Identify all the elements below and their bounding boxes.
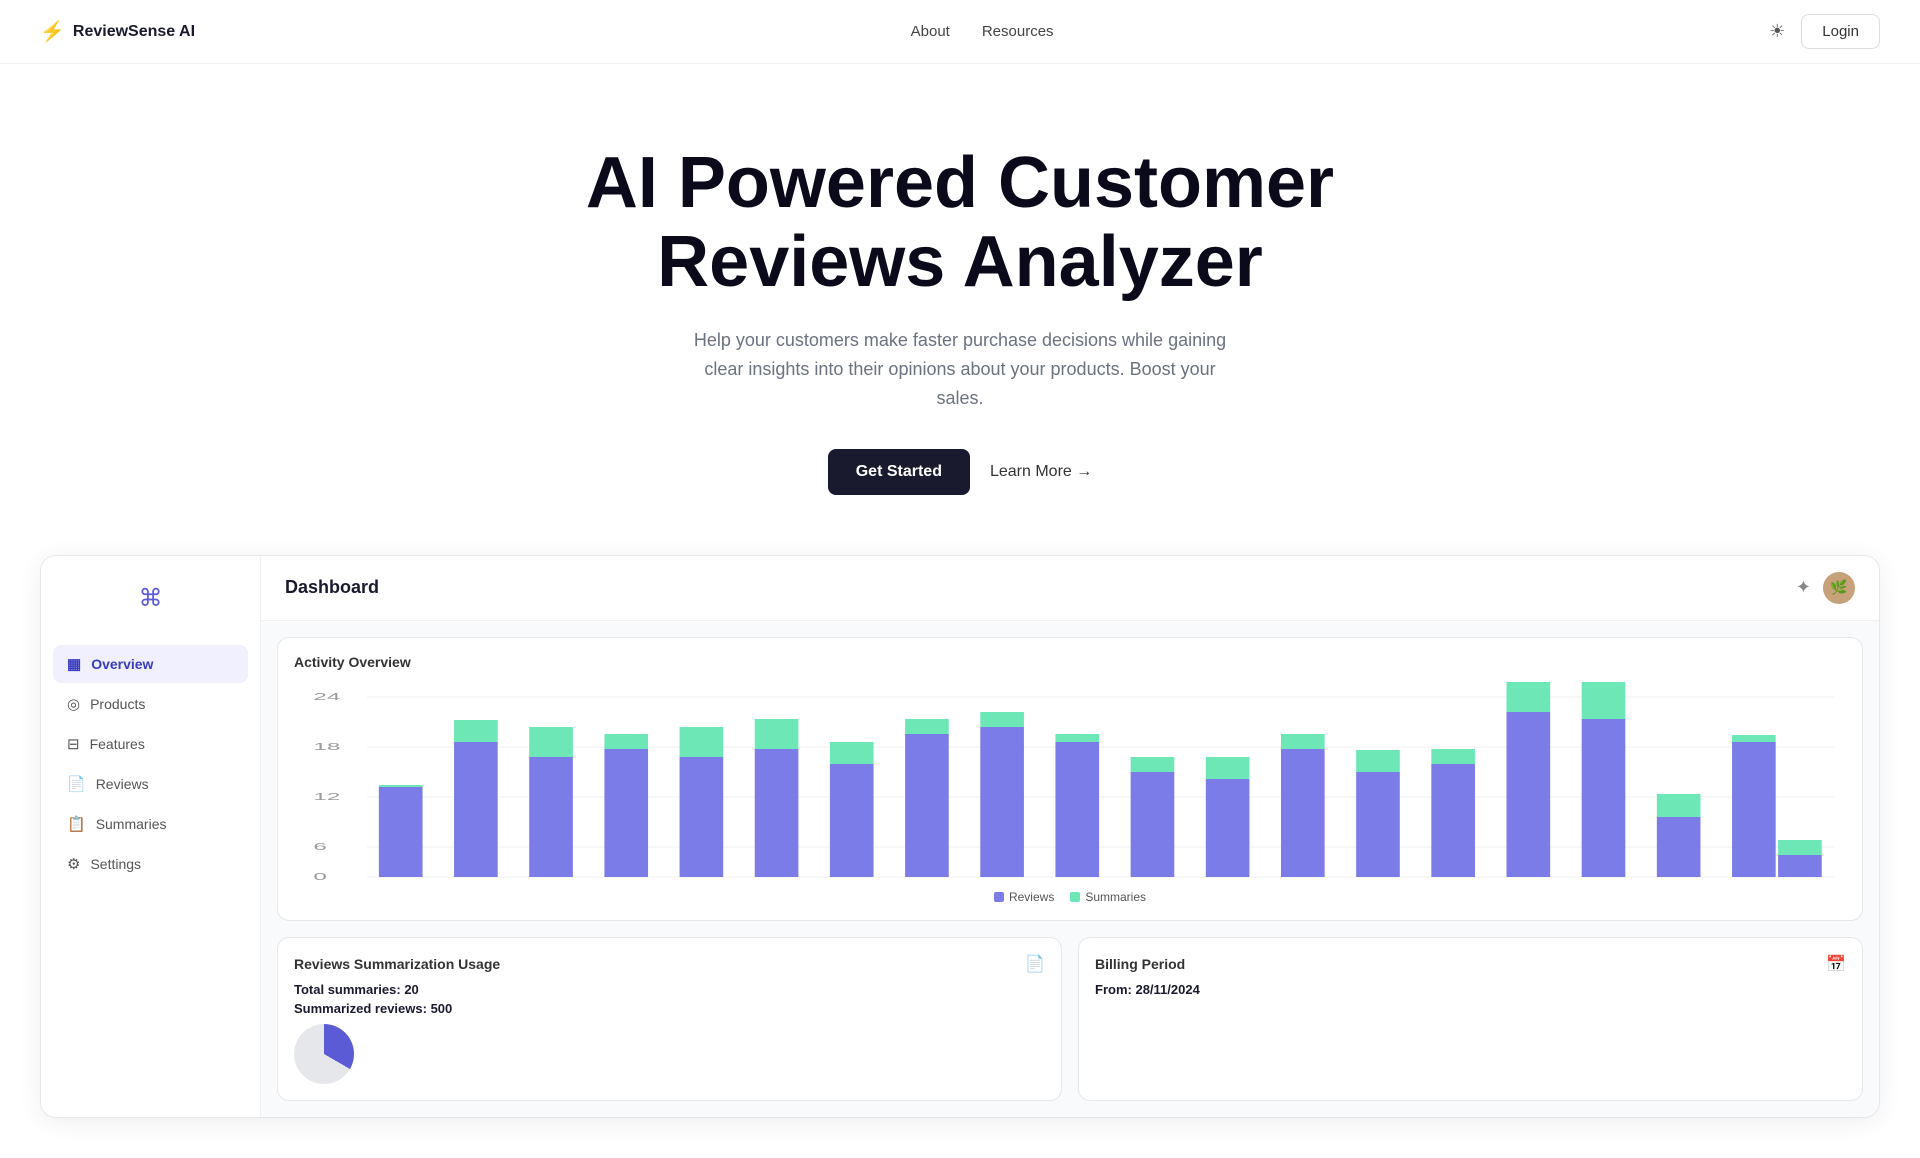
svg-text:0: 0: [313, 871, 326, 882]
sidebar-item-settings[interactable]: ⚙ Settings: [53, 845, 248, 883]
overview-icon: ▦: [67, 655, 81, 673]
login-button[interactable]: Login: [1801, 14, 1880, 49]
legend-reviews: Reviews: [994, 890, 1054, 904]
learn-more-button[interactable]: Learn More →: [990, 463, 1092, 481]
dashboard-header-right: ✦ 🌿: [1796, 572, 1855, 604]
sidebar-item-overview-label: Overview: [91, 656, 153, 672]
activity-chart: 24 18 12 6 0: [294, 682, 1846, 882]
legend-reviews-dot: [994, 892, 1004, 902]
chart-legend: Reviews Summaries: [294, 890, 1846, 904]
billing-from-label: From:: [1095, 982, 1132, 997]
nav-links: About Resources: [911, 23, 1054, 40]
sidebar-logo-icon: ⌘: [131, 576, 171, 621]
billing-card-header: Billing Period 📅: [1095, 954, 1846, 974]
total-summaries-value: 20: [404, 982, 418, 997]
svg-text:6: 6: [313, 841, 326, 852]
logo-icon: ⚡: [40, 19, 65, 44]
hero-actions: Get Started Learn More →: [828, 449, 1093, 495]
reviews-icon: 📄: [67, 775, 86, 793]
app-name: ReviewSense AI: [73, 23, 195, 41]
sidebar-item-products-label: Products: [90, 696, 145, 712]
hero-section: AI Powered Customer Reviews Analyzer Hel…: [0, 64, 1920, 555]
logo[interactable]: ⚡ ReviewSense AI: [40, 19, 195, 44]
avatar-image: 🌿: [1830, 579, 1847, 596]
legend-summaries-label: Summaries: [1085, 890, 1146, 904]
chart-title: Activity Overview: [294, 654, 1846, 670]
sidebar-item-products[interactable]: ◎ Products: [53, 685, 248, 723]
sidebar: ⌘ ▦ Overview ◎ Products ⊟ Features 📄 Rev…: [41, 556, 261, 1117]
sidebar-item-settings-label: Settings: [90, 856, 141, 872]
billing-from-stat: From: 28/11/2024: [1095, 982, 1846, 997]
summarized-reviews-stat: Summarized reviews: 500: [294, 1001, 1045, 1016]
settings-icon: ⚙: [67, 855, 80, 873]
user-avatar[interactable]: 🌿: [1823, 572, 1855, 604]
nav-right: ☀ Login: [1769, 14, 1880, 49]
features-icon: ⊟: [67, 735, 80, 753]
dashboard-settings-icon[interactable]: ✦: [1796, 577, 1811, 598]
calendar-icon: 📅: [1826, 954, 1846, 974]
hero-subtitle: Help your customers make faster purchase…: [680, 326, 1240, 412]
dashboard-header: Dashboard ✦ 🌿: [261, 556, 1879, 621]
total-summaries-stat: Total summaries: 20: [294, 982, 1045, 997]
sidebar-item-reviews-label: Reviews: [96, 776, 149, 792]
products-icon: ◎: [67, 695, 80, 713]
summarized-reviews-value: 500: [431, 1001, 453, 1016]
document-icon: 📄: [1025, 954, 1045, 974]
dashboard-title: Dashboard: [285, 577, 379, 598]
navbar: ⚡ ReviewSense AI About Resources ☀ Login: [0, 0, 1920, 64]
billing-card-title: Billing Period: [1095, 956, 1185, 972]
usage-pie-chart: [294, 1024, 354, 1084]
sidebar-item-features[interactable]: ⊟ Features: [53, 725, 248, 763]
activity-chart-card: Activity Overview 24 18 12 6 0: [277, 637, 1863, 921]
legend-summaries-dot: [1070, 892, 1080, 902]
nav-about[interactable]: About: [911, 23, 950, 40]
dashboard-preview: ⌘ ▦ Overview ◎ Products ⊟ Features 📄 Rev…: [40, 555, 1880, 1118]
svg-text:24: 24: [313, 691, 340, 702]
get-started-button[interactable]: Get Started: [828, 449, 970, 495]
usage-card-header: Reviews Summarization Usage 📄: [294, 954, 1045, 974]
summaries-icon: 📋: [67, 815, 86, 833]
usage-card-title: Reviews Summarization Usage: [294, 956, 500, 972]
theme-toggle[interactable]: ☀: [1769, 21, 1785, 42]
billing-card: Billing Period 📅 From: 28/11/2024: [1078, 937, 1863, 1101]
svg-text:18: 18: [313, 741, 340, 752]
sidebar-item-reviews[interactable]: 📄 Reviews: [53, 765, 248, 803]
chart-container: 24 18 12 6 0: [294, 682, 1846, 882]
hero-title: AI Powered Customer Reviews Analyzer: [510, 144, 1410, 302]
dashboard-main: Dashboard ✦ 🌿 Activity Overview 24 18 12…: [261, 556, 1879, 1117]
sidebar-item-overview[interactable]: ▦ Overview: [53, 645, 248, 683]
summarized-reviews-label: Summarized reviews:: [294, 1001, 427, 1016]
legend-reviews-label: Reviews: [1009, 890, 1054, 904]
nav-resources[interactable]: Resources: [982, 23, 1054, 40]
sidebar-item-summaries[interactable]: 📋 Summaries: [53, 805, 248, 843]
sun-icon: ☀: [1769, 21, 1785, 41]
sidebar-item-summaries-label: Summaries: [96, 816, 167, 832]
sidebar-item-features-label: Features: [90, 736, 145, 752]
legend-summaries: Summaries: [1070, 890, 1146, 904]
bottom-cards: Reviews Summarization Usage 📄 Total summ…: [277, 937, 1863, 1101]
total-summaries-label: Total summaries:: [294, 982, 401, 997]
svg-text:12: 12: [313, 791, 340, 802]
sidebar-nav: ▦ Overview ◎ Products ⊟ Features 📄 Revie…: [41, 645, 260, 883]
billing-from-value: 28/11/2024: [1135, 982, 1199, 997]
usage-card: Reviews Summarization Usage 📄 Total summ…: [277, 937, 1062, 1101]
